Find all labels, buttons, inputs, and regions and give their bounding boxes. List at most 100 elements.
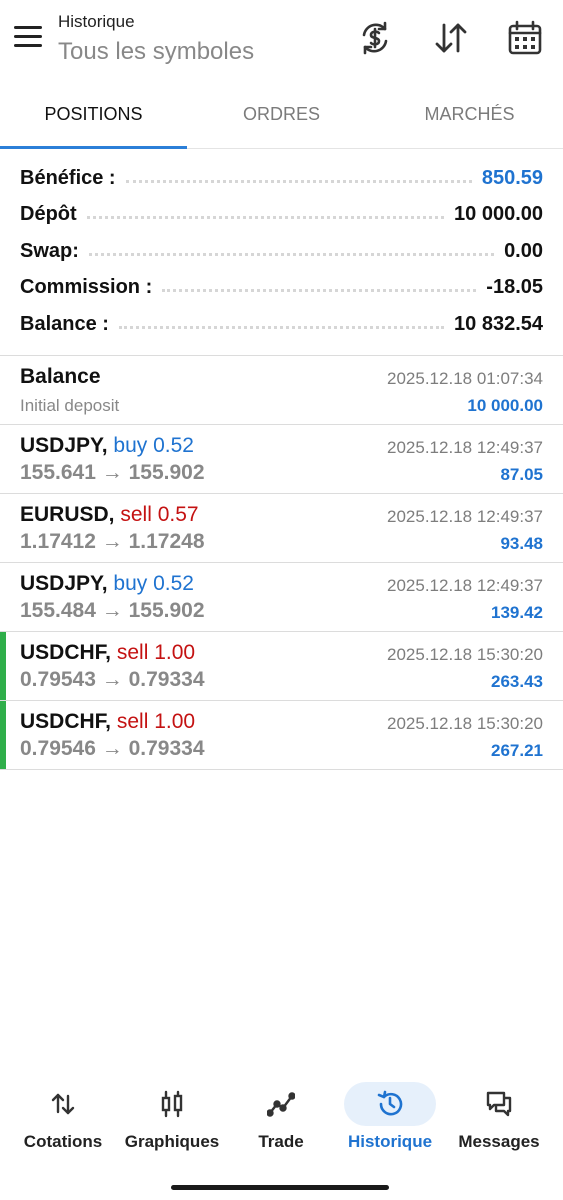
deal-symbol: USDCHF, <box>20 710 112 733</box>
deal-time: 2025.12.18 01:07:34 <box>387 369 543 388</box>
arrow-icon: → <box>101 737 123 760</box>
tab-marches[interactable]: MARCHÉS <box>376 82 563 148</box>
account-summary: Bénéfice : 850.59 Dépôt 10 000.00 Swap: … <box>0 160 563 343</box>
list-item[interactable]: EURUSD, sell 0.57 1.17412 → 1.17248 2025… <box>0 494 563 563</box>
close-price: 0.79334 <box>128 737 205 760</box>
nav-messages[interactable]: Messages <box>443 1074 555 1170</box>
open-price: 0.79543 <box>20 668 96 691</box>
summary-label: Dépôt <box>20 203 77 226</box>
messages-icon <box>453 1082 545 1126</box>
open-price: 1.17412 <box>20 530 96 553</box>
history-icon <box>344 1082 436 1126</box>
currency-exchange-icon[interactable] <box>356 19 394 57</box>
list-item[interactable]: USDJPY, buy 0.52 155.484 → 155.902 2025.… <box>0 563 563 632</box>
deal-symbol-line: USDJPY, buy 0.52 <box>20 572 194 596</box>
summary-value: 10 000.00 <box>454 203 543 226</box>
deal-volume: 0.52 <box>153 434 194 457</box>
deal-symbol: Balance <box>20 365 101 388</box>
deal-profit: 139.42 <box>491 603 543 622</box>
candlestick-icon <box>126 1082 218 1126</box>
arrow-icon: → <box>101 530 123 553</box>
summary-row-balance: Balance : 10 832.54 <box>0 306 563 343</box>
tab-ordres[interactable]: ORDRES <box>188 82 375 148</box>
summary-label: Balance : <box>20 312 109 335</box>
summary-row-deposit: Dépôt 10 000.00 <box>0 197 563 234</box>
list-item[interactable]: USDCHF, sell 1.00 0.79546 → 0.79334 2025… <box>0 701 563 770</box>
deal-time: 2025.12.18 12:49:37 <box>387 507 543 526</box>
list-item[interactable]: Balance Initial deposit 2025.12.18 01:07… <box>0 356 563 425</box>
summary-value: 10 832.54 <box>454 312 543 335</box>
summary-value: -18.05 <box>486 276 543 299</box>
deal-symbol: USDJPY, <box>20 434 108 457</box>
deal-side: sell <box>116 710 149 733</box>
deal-profit: 93.48 <box>500 534 543 553</box>
deal-time: 2025.12.18 15:30:20 <box>387 645 543 664</box>
deals-list: Balance Initial deposit 2025.12.18 01:07… <box>0 356 563 770</box>
summary-row-commission: Commission : -18.05 <box>0 270 563 307</box>
dotted-leader <box>125 178 472 183</box>
position-marker <box>0 632 6 700</box>
deal-side: buy <box>113 572 148 595</box>
summary-label: Commission : <box>20 276 153 299</box>
summary-label: Swap: <box>20 239 79 262</box>
deal-prices: 0.79546 → 0.79334 <box>20 737 205 761</box>
summary-row-swap: Swap: 0.00 <box>0 233 563 270</box>
nav-graphiques[interactable]: Graphiques <box>116 1074 228 1170</box>
menu-icon[interactable] <box>14 26 44 52</box>
deal-volume: 1.00 <box>154 641 196 664</box>
arrow-icon: → <box>101 668 123 691</box>
deal-time: 2025.12.18 12:49:37 <box>387 576 543 595</box>
deal-profit: 87.05 <box>500 465 543 484</box>
bottom-navigation: Cotations Graphiques Trade Historique Me… <box>0 1074 563 1174</box>
close-price: 155.902 <box>128 461 205 484</box>
deal-prices: 155.484 → 155.902 <box>20 599 205 623</box>
deal-time: 2025.12.18 12:49:37 <box>387 438 543 457</box>
home-indicator[interactable] <box>171 1185 389 1190</box>
list-item[interactable]: USDJPY, buy 0.52 155.641 → 155.902 2025.… <box>0 425 563 494</box>
deal-volume: 1.00 <box>154 710 196 733</box>
tab-positions[interactable]: POSITIONS <box>0 82 187 148</box>
page-title: Historique <box>58 12 135 31</box>
open-price: 155.484 <box>20 599 96 622</box>
sort-icon[interactable] <box>432 19 470 57</box>
deal-side: sell <box>120 503 152 526</box>
deal-profit: 10 000.00 <box>467 396 543 415</box>
deal-side: sell <box>116 641 149 664</box>
position-marker <box>0 701 6 769</box>
nav-historique[interactable]: Historique <box>334 1074 446 1170</box>
dotted-leader <box>86 214 445 220</box>
deal-side: buy <box>113 434 148 457</box>
quotes-arrows-icon <box>17 1082 109 1126</box>
deal-comment: Initial deposit <box>20 396 120 415</box>
deal-prices: 155.641 → 155.902 <box>20 461 205 485</box>
summary-value: 850.59 <box>481 166 543 189</box>
open-price: 0.79546 <box>20 737 96 760</box>
deal-profit: 267.21 <box>491 741 543 760</box>
arrow-icon: → <box>101 461 123 484</box>
deal-volume: 0.57 <box>157 503 199 526</box>
active-tab-indicator <box>0 146 187 149</box>
deal-symbol-line: USDJPY, buy 0.52 <box>20 434 194 458</box>
deal-symbol-line: USDCHF, sell 1.00 <box>20 710 195 734</box>
deal-volume: 0.52 <box>153 572 194 595</box>
deal-symbol-line: EURUSD, sell 0.57 <box>20 503 199 527</box>
nav-trade[interactable]: Trade <box>225 1074 337 1170</box>
summary-row-profit: Bénéfice : 850.59 <box>0 160 563 197</box>
deal-prices: 0.79543 → 0.79334 <box>20 668 205 692</box>
arrow-icon: → <box>101 599 123 622</box>
close-price: 155.902 <box>128 599 205 622</box>
trade-line-icon <box>235 1082 327 1126</box>
deal-symbol-line: USDCHF, sell 1.00 <box>20 641 195 665</box>
deal-prices: 1.17412 → 1.17248 <box>20 530 205 554</box>
nav-cotations[interactable]: Cotations <box>7 1074 119 1170</box>
list-item[interactable]: USDCHF, sell 1.00 0.79543 → 0.79334 2025… <box>0 632 563 701</box>
close-price: 0.79334 <box>128 668 205 691</box>
open-price: 155.641 <box>20 461 96 484</box>
deal-symbol: USDJPY, <box>20 572 108 595</box>
deal-symbol: EURUSD, <box>20 503 115 526</box>
symbol-filter[interactable]: Tous les symboles <box>58 38 254 66</box>
summary-label: Bénéfice : <box>20 166 116 189</box>
app-header: Historique Tous les symboles <box>0 0 563 82</box>
calendar-icon[interactable] <box>506 19 544 57</box>
deal-symbol: USDCHF, <box>20 641 112 664</box>
